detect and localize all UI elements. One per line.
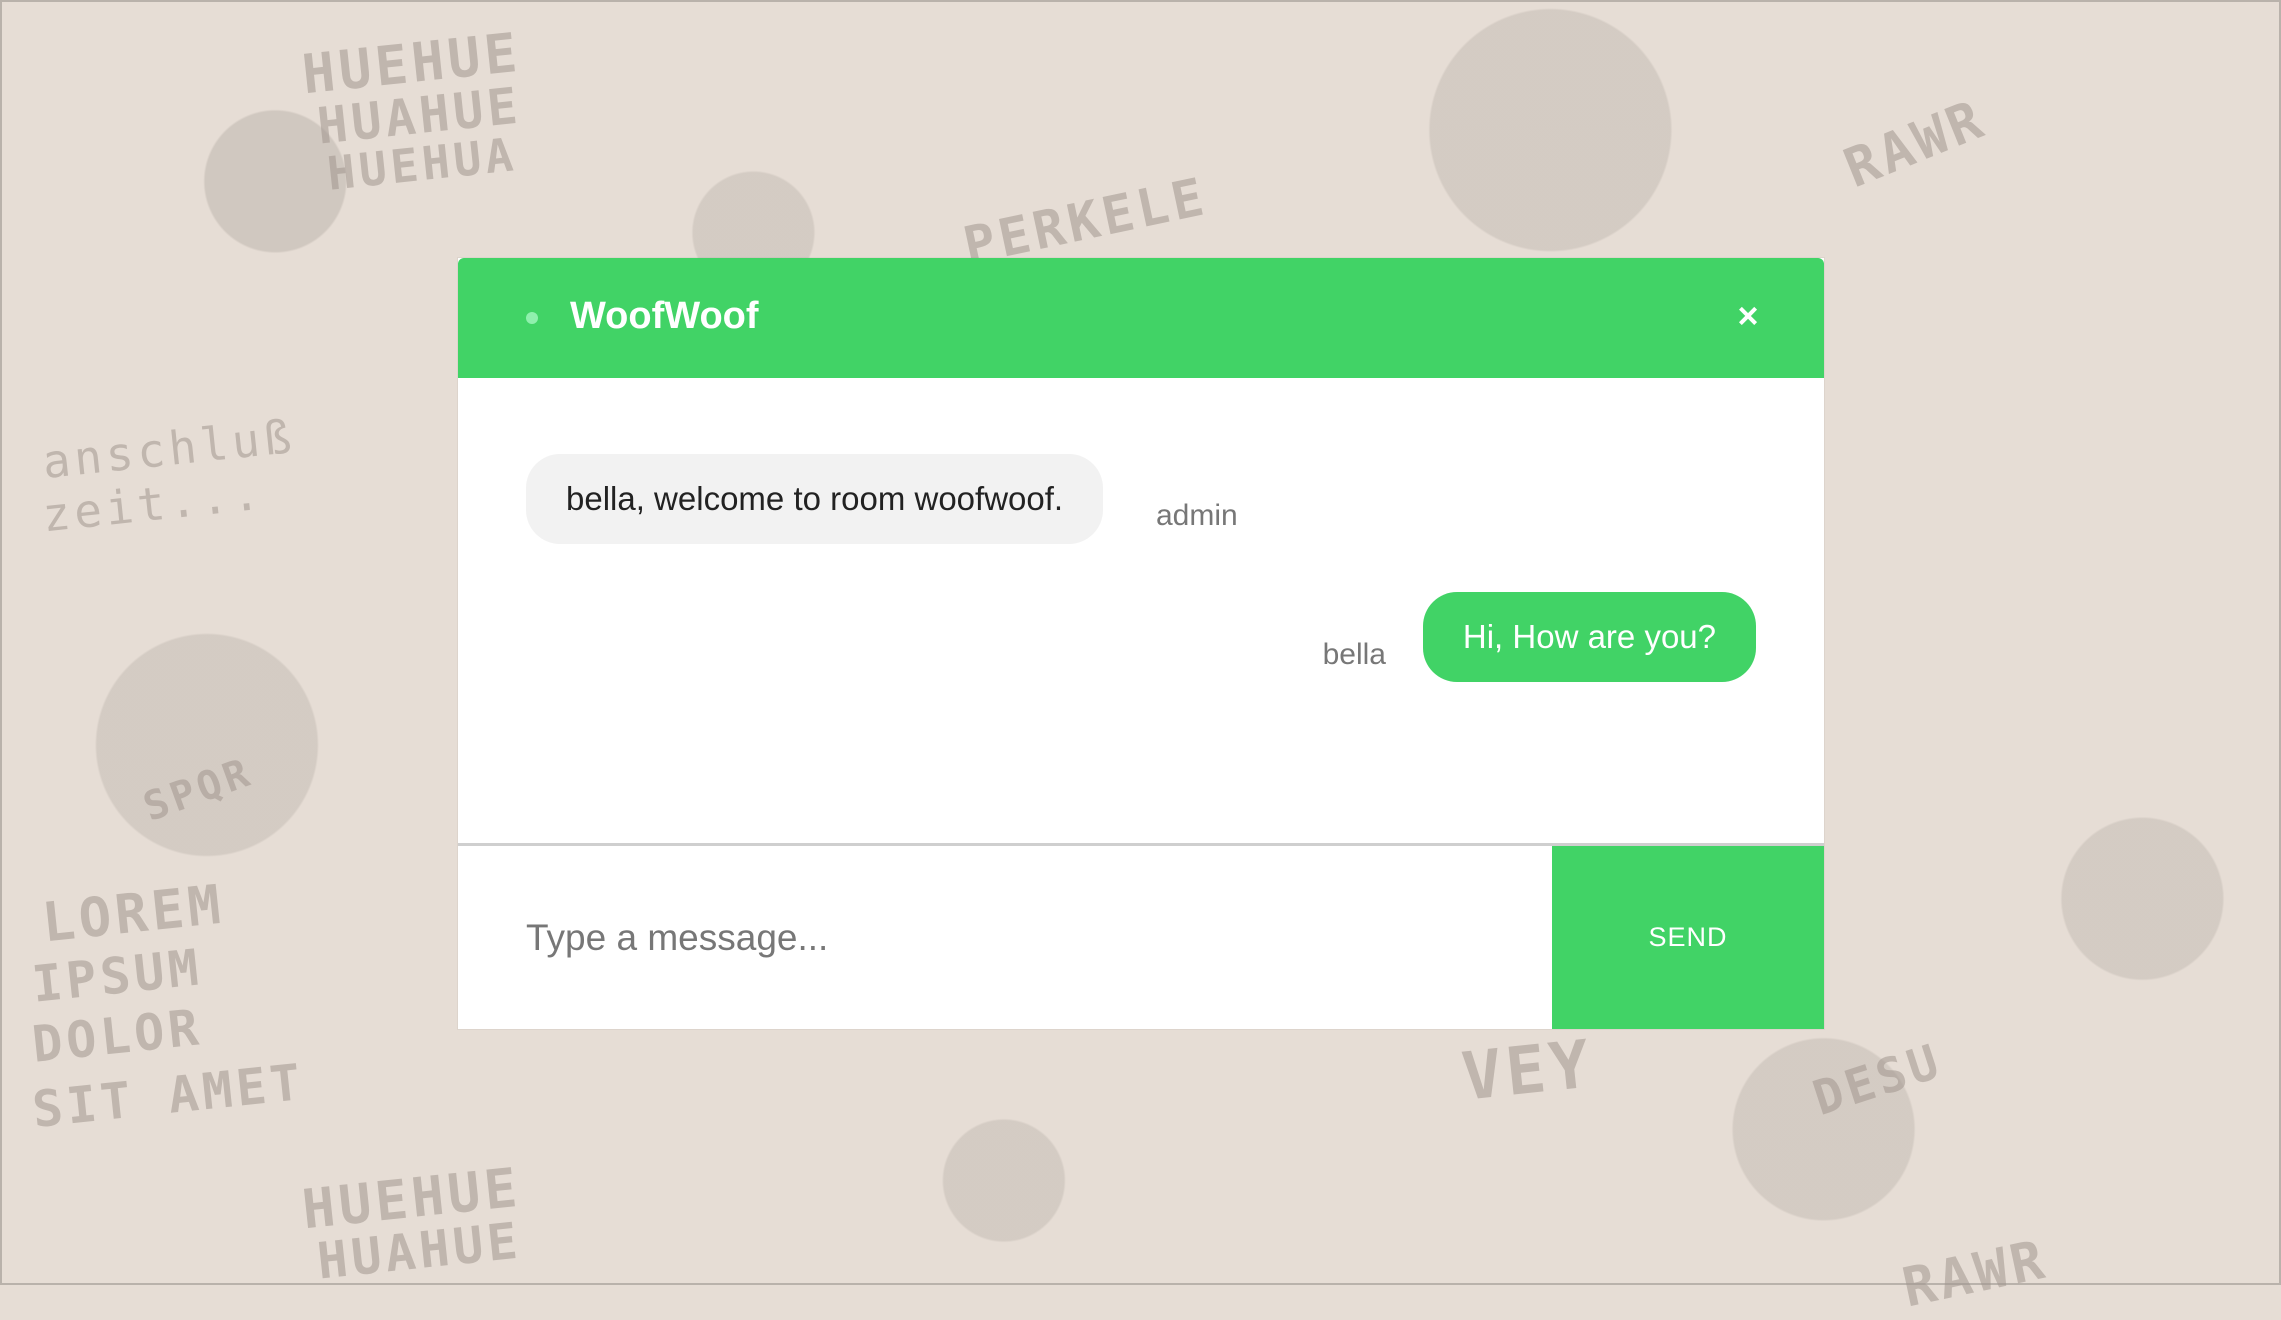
message-input[interactable]: [458, 846, 1552, 1029]
incoming-message-bubble: bella, welcome to room woofwoof.: [526, 454, 1104, 544]
message-sender-label: admin: [1156, 499, 1238, 532]
doodle-text: DESU: [1806, 1033, 1950, 1127]
message-sender-label: bella: [1322, 638, 1386, 671]
outgoing-message-bubble: Hi, How are you?: [1422, 592, 1756, 682]
message-list: bella, welcome to room woofwoof. admin b…: [458, 378, 1824, 802]
doodle-text: SPQR: [137, 749, 259, 831]
doodle-text: VEY: [1458, 1025, 1597, 1116]
online-status-dot: [526, 312, 538, 324]
message-composer: SEND: [458, 846, 1824, 1029]
send-button[interactable]: SEND: [1552, 846, 1824, 1029]
chat-window: WoofWoof × bella, welcome to room woofwo…: [458, 258, 1824, 1029]
room-title: WoofWoof: [570, 295, 759, 337]
close-icon[interactable]: ×: [1726, 294, 1770, 338]
doodle-text: RAWR: [1835, 86, 1995, 201]
chat-header: WoofWoof ×: [458, 258, 1824, 378]
doodle-text: RAWR: [1897, 1227, 2054, 1320]
